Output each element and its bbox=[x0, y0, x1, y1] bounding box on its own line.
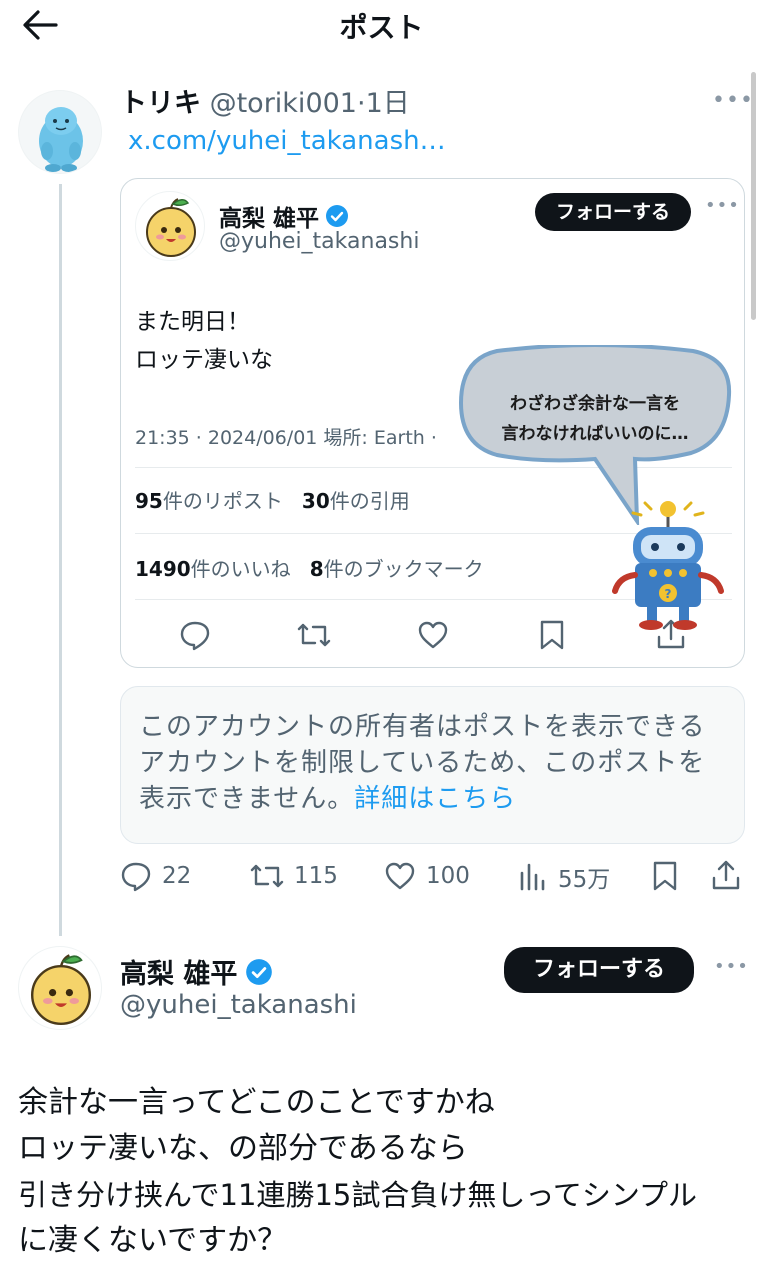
repost-icon[interactable] bbox=[297, 619, 331, 651]
quoted-tweet-text: また明日！ ロッテ凄いな bbox=[135, 303, 273, 379]
verified-badge-icon bbox=[326, 205, 349, 227]
reply-display-name[interactable]: 高梨 雄平 bbox=[120, 952, 237, 991]
reply-icon[interactable] bbox=[179, 619, 211, 651]
reply-body: 余計な一言ってどこのことですかね ロッテ凄いな、の部分であるなら 引き分け挟んで… bbox=[18, 1080, 748, 1264]
reply-avatar[interactable] bbox=[18, 946, 102, 1030]
like-count: 100 bbox=[426, 863, 470, 889]
page-title: ポスト bbox=[339, 11, 424, 44]
quoted-meta: 21:35 · 2024/06/01 場所: Earth · bbox=[135, 427, 437, 449]
display-name[interactable]: トリキ bbox=[120, 88, 201, 119]
bookmark-icon[interactable] bbox=[537, 619, 567, 651]
quoted-display-name[interactable]: 高梨 雄平 bbox=[219, 199, 319, 233]
restricted-notice: このアカウントの所有者はポストを表示できるアカウントを制限しているため、このポス… bbox=[120, 686, 745, 844]
share-icon[interactable] bbox=[710, 858, 742, 892]
like-action[interactable]: 100 bbox=[384, 860, 470, 892]
reply-follow-button[interactable]: フォローする bbox=[504, 947, 694, 993]
top-bar: ポスト bbox=[0, 0, 763, 50]
bookmarks-count: 8 bbox=[309, 557, 324, 581]
learn-more-link[interactable]: 詳細はこちら bbox=[354, 784, 516, 814]
likes-count: 1490 bbox=[135, 557, 191, 581]
reply-handle[interactable]: @yuhei_takanashi bbox=[120, 990, 357, 1020]
like-icon bbox=[385, 862, 415, 890]
bubble-line: わざわざ余計な一言を bbox=[510, 394, 680, 414]
repost-action[interactable]: 115 bbox=[250, 860, 338, 892]
tweet-link[interactable]: x.com/yuhei_takanash… bbox=[128, 126, 446, 156]
reposts-label: 件のリポスト bbox=[162, 489, 283, 513]
bubble-line: 言わなければいいのに… bbox=[501, 424, 689, 444]
thread-line bbox=[59, 184, 62, 936]
follow-button[interactable]: フォローする bbox=[535, 193, 691, 231]
views-action[interactable]: 55万 bbox=[518, 860, 610, 894]
reply-count: 22 bbox=[162, 863, 192, 889]
reply-icon bbox=[121, 862, 151, 892]
reply-text-line: 余計な一言ってどこのことですかね bbox=[18, 1085, 495, 1120]
quoted-tweet-card[interactable]: 高梨 雄平 @yuhei_takanashi フォローする ••• また明日！ … bbox=[120, 178, 745, 668]
reply-text-line: に凄くないですか？ bbox=[18, 1223, 288, 1258]
quotes-label: 件の引用 bbox=[329, 489, 410, 513]
avatar[interactable] bbox=[18, 90, 102, 174]
bookmark-icon[interactable] bbox=[650, 860, 680, 892]
views-count: 55万 bbox=[558, 867, 611, 893]
more-options-icon[interactable]: ••• bbox=[712, 88, 754, 113]
quoted-avatar[interactable] bbox=[135, 191, 205, 261]
quoted-handle[interactable]: @yuhei_takanashi bbox=[219, 229, 419, 254]
reply-action[interactable]: 22 bbox=[120, 860, 191, 892]
quoted-more-options-icon[interactable]: ••• bbox=[705, 195, 740, 216]
quoted-text-line: ロッテ凄いな bbox=[135, 347, 273, 373]
reply-text-line: ロッテ凄いな、の部分であるなら bbox=[18, 1131, 468, 1166]
tweet-header: トリキ @toriki001·1日 bbox=[120, 86, 410, 122]
reposts-count: 95 bbox=[135, 489, 163, 513]
yuzu-mascot-avatar-icon bbox=[31, 954, 91, 1025]
verified-badge-icon bbox=[246, 958, 273, 985]
handle[interactable]: @toriki001 bbox=[210, 88, 357, 119]
quoted-text-line: また明日！ bbox=[135, 309, 250, 335]
analytics-icon bbox=[520, 863, 545, 891]
quotes-count: 30 bbox=[301, 489, 330, 513]
reply-text-line: 引き分け挟んで11連勝15試合負け無しってシンプル bbox=[18, 1178, 698, 1212]
reply-name-row: 高梨 雄平 bbox=[120, 952, 273, 991]
svg-text:?: ? bbox=[665, 587, 672, 601]
repost-stats[interactable]: 95件のリポスト 30件の引用 bbox=[135, 485, 410, 514]
timestamp[interactable]: ·1日 bbox=[357, 88, 410, 119]
robot-character-icon: ? bbox=[612, 501, 724, 630]
yuzu-mascot-avatar-icon bbox=[146, 198, 196, 257]
reply-more-options-icon[interactable]: ••• bbox=[714, 956, 749, 977]
likes-label: 件のいいね bbox=[190, 557, 291, 581]
bookmarks-label: 件のブックマーク bbox=[323, 557, 484, 581]
bubble-text: わざわざ余計な一言を 言わなければいいのに… bbox=[473, 389, 717, 449]
like-stats[interactable]: 1490件のいいね 8件のブックマーク bbox=[135, 553, 484, 582]
blue-plush-avatar-icon bbox=[39, 107, 83, 172]
like-icon[interactable] bbox=[417, 619, 449, 651]
repost-count: 115 bbox=[294, 863, 338, 889]
repost-icon bbox=[250, 864, 284, 888]
quoted-name-row: 高梨 雄平 bbox=[219, 199, 349, 233]
